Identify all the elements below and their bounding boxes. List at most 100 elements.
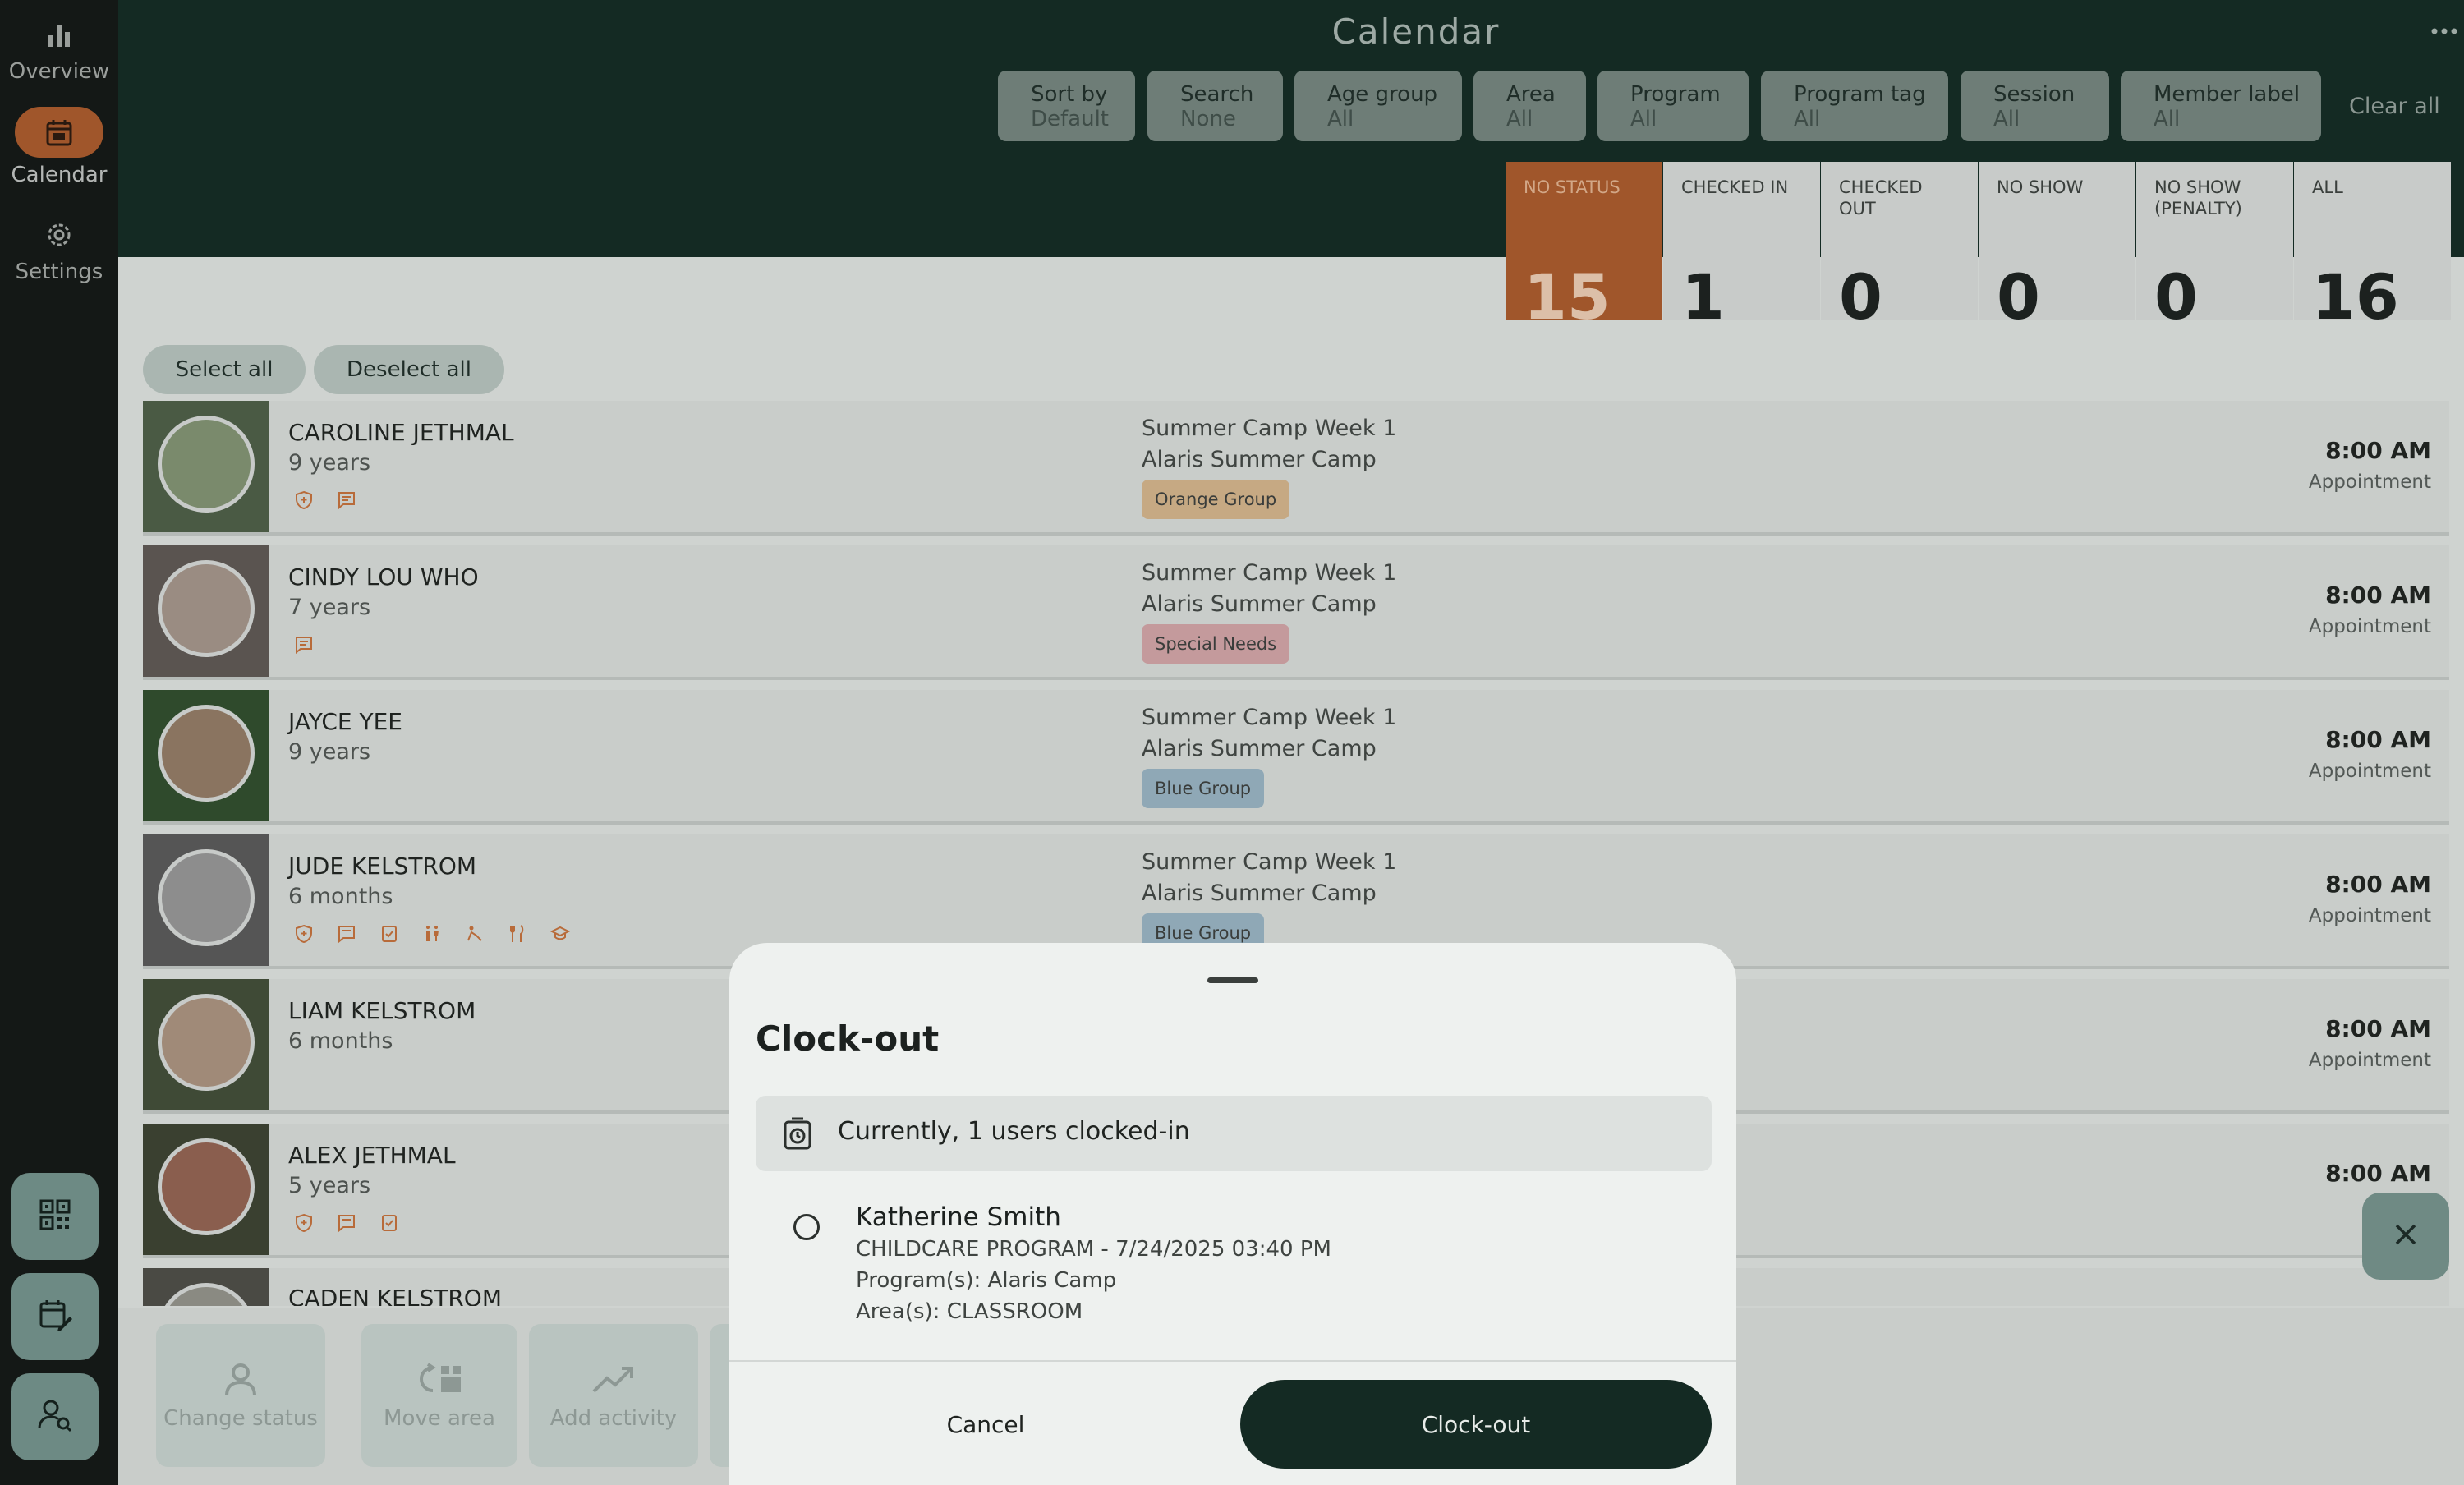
filter-value: All <box>1993 107 2020 131</box>
filter-search[interactable]: Search None <box>1147 71 1283 141</box>
sidebar-item-overview[interactable]: Overview <box>0 15 118 84</box>
avatar <box>143 545 269 677</box>
program-name: Alaris Summer Camp <box>1142 736 1377 761</box>
stat-no-show-penalty[interactable]: NO SHOW (PENALTY) 0 <box>2136 162 2293 333</box>
filter-value: Default <box>1031 107 1109 131</box>
user-programs: Program(s): Alaris Camp <box>856 1268 1117 1293</box>
attendee-name: ALEX JETHMAL <box>288 1142 456 1169</box>
deselect-all-button[interactable]: Deselect all <box>314 345 504 394</box>
filter-label: Search <box>1180 82 1254 107</box>
avatar <box>143 690 269 821</box>
program-session: Summer Camp Week 1 <box>1142 849 1397 875</box>
change-status-button[interactable]: Change status <box>156 1324 325 1467</box>
attendee-age: 7 years <box>288 595 371 620</box>
move-area-button[interactable]: Move area <box>361 1324 517 1467</box>
stat-no-show[interactable]: NO SHOW 0 <box>1979 162 2135 329</box>
filter-label: Age group <box>1327 82 1438 107</box>
filter-member-label[interactable]: Member label All <box>2121 71 2321 141</box>
checklist-icon <box>374 918 405 949</box>
action-label: Move area <box>384 1406 495 1431</box>
filter-value: All <box>1327 107 1354 131</box>
filter-label: Program <box>1630 82 1721 107</box>
list-item[interactable]: CINDY LOU WHO 7 years Summer Camp Week 1… <box>143 545 2449 680</box>
sidebar-item-label: Overview <box>8 59 110 84</box>
attendee-icons <box>288 629 319 660</box>
calendar-edit-button[interactable] <box>11 1273 99 1360</box>
filter-age-group[interactable]: Age group All <box>1294 71 1462 141</box>
sidebar: Overview Calendar Settings <box>0 0 118 1485</box>
close-button[interactable] <box>2362 1193 2449 1280</box>
stat-label: NO SHOW (PENALTY) <box>2154 177 2242 218</box>
stat-all[interactable]: ALL 16 <box>2294 162 2451 329</box>
qr-code-button[interactable] <box>11 1173 99 1260</box>
attendee-age: 9 years <box>288 739 371 765</box>
filter-value: All <box>2154 107 2181 131</box>
timer-icon <box>780 1115 816 1152</box>
clocked-in-info: Currently, 1 users clocked-in <box>756 1096 1712 1171</box>
appointment-type: Appointment <box>2308 1050 2431 1071</box>
group-tag: Special Needs <box>1142 624 1290 664</box>
stat-label: CHECKED IN <box>1681 177 1789 197</box>
clock-out-sheet: Clock-out Currently, 1 users clocked-in … <box>729 943 1736 1485</box>
avatar <box>143 1124 269 1255</box>
appointment-time: 8:00 AM <box>2325 582 2431 609</box>
close-icon <box>2392 1221 2420 1252</box>
medical-shield-icon <box>288 485 319 516</box>
drag-handle[interactable] <box>1207 977 1258 983</box>
more-options-icon[interactable] <box>2428 15 2461 48</box>
filter-program-tag[interactable]: Program tag All <box>1761 71 1948 141</box>
action-label: Change status <box>163 1406 318 1431</box>
nap-icon <box>459 918 490 949</box>
filter-session[interactable]: Session All <box>1961 71 2109 141</box>
appointment-time: 8:00 AM <box>2325 871 2431 898</box>
sidebar-item-calendar[interactable]: Calendar <box>0 107 118 187</box>
checklist-icon <box>374 1207 405 1239</box>
filter-area[interactable]: Area All <box>1473 71 1586 141</box>
program-session: Summer Camp Week 1 <box>1142 705 1397 730</box>
sidebar-item-settings[interactable]: Settings <box>0 215 118 284</box>
cancel-button[interactable]: Cancel <box>756 1380 1216 1469</box>
filter-sort-by[interactable]: Sort by Default <box>998 71 1135 141</box>
stat-checked-in[interactable]: CHECKED IN 1 <box>1663 162 1820 333</box>
stat-label: CHECKED OUT <box>1839 177 1923 218</box>
sidebar-item-label: Settings <box>15 260 103 284</box>
page-title: Calendar <box>1331 11 1501 52</box>
list-item[interactable]: JAYCE YEE 9 years Summer Camp Week 1 Ala… <box>143 690 2449 825</box>
app-root: Overview Calendar Settings Calendar Sort… <box>0 0 2464 1485</box>
attendee-name: CAROLINE JETHMAL <box>288 419 514 446</box>
filter-value: All <box>1794 107 1821 131</box>
user-search-button[interactable] <box>11 1373 99 1460</box>
meal-icon <box>502 918 533 949</box>
stat-no-status[interactable]: NO STATUS 15 <box>1506 162 1662 329</box>
user-radio[interactable] <box>793 1214 820 1240</box>
trending-up-icon <box>529 1354 698 1406</box>
clear-all-button[interactable]: Clear all <box>2349 94 2440 119</box>
move-area-icon <box>361 1354 517 1406</box>
note-icon <box>331 485 362 516</box>
group-tag: Orange Group <box>1142 480 1290 519</box>
person-icon <box>156 1354 325 1406</box>
filter-label: Member label <box>2154 82 2301 107</box>
add-activity-button[interactable]: Add activity <box>529 1324 698 1467</box>
medical-shield-icon <box>288 918 319 949</box>
filter-value: None <box>1180 107 1236 131</box>
appointment-time: 8:00 AM <box>2325 726 2431 753</box>
stat-count: 0 <box>2154 260 2198 333</box>
filter-label: Session <box>1993 82 2076 107</box>
attendee-age: 9 years <box>288 450 371 476</box>
clocked-in-user[interactable]: Katherine Smith CHILDCARE PROGRAM - 7/24… <box>756 1194 1712 1342</box>
attendee-name: LIAM KELSTROM <box>288 997 476 1024</box>
filter-program[interactable]: Program All <box>1597 71 1749 141</box>
avatar <box>143 979 269 1110</box>
program-session: Summer Camp Week 1 <box>1142 560 1397 586</box>
sheet-title: Clock-out <box>756 1018 940 1059</box>
user-search-icon <box>37 1397 73 1437</box>
select-all-button[interactable]: Select all <box>143 345 306 394</box>
appointment-type: Appointment <box>2308 471 2431 493</box>
stat-checked-out[interactable]: CHECKED OUT 0 <box>1821 162 1978 329</box>
program-name: Alaris Summer Camp <box>1142 880 1377 906</box>
stat-count: 1 <box>1681 260 1725 333</box>
clock-out-button[interactable]: Clock-out <box>1240 1380 1712 1469</box>
filter-value: All <box>1506 107 1533 131</box>
list-item[interactable]: CAROLINE JETHMAL 9 years Summer Camp Wee… <box>143 401 2449 536</box>
